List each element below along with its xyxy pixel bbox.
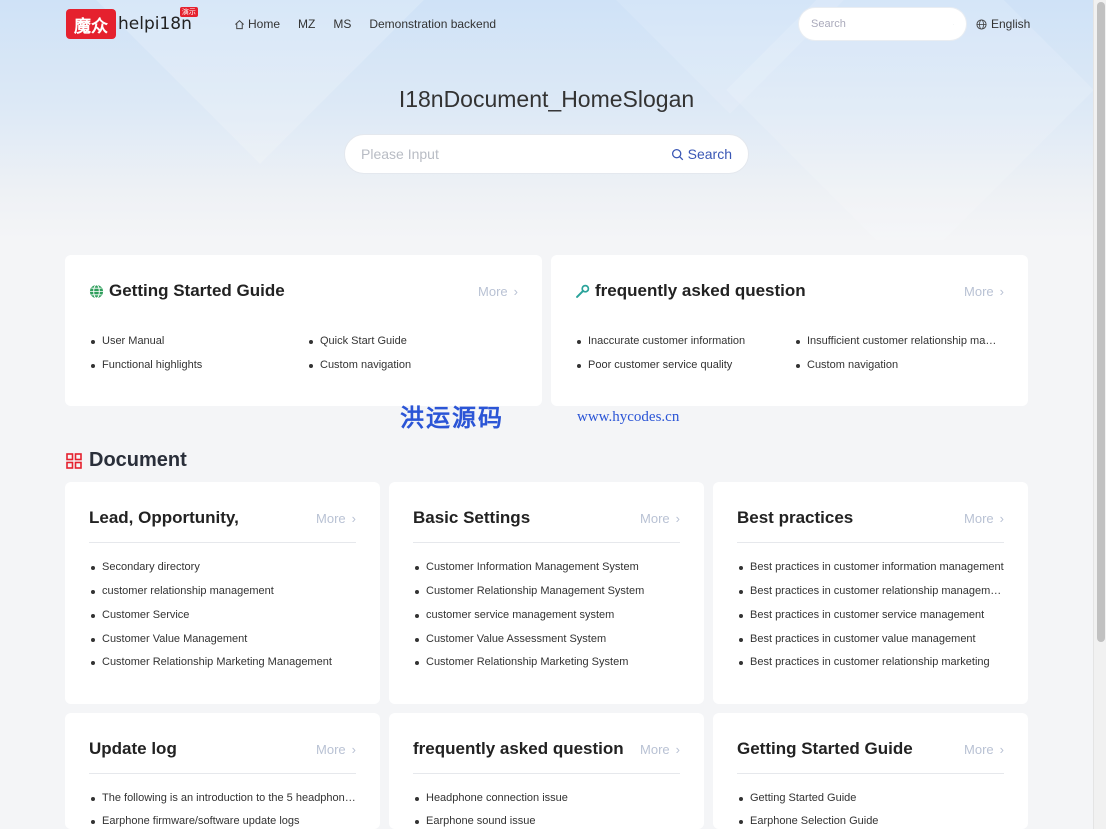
divider bbox=[89, 773, 356, 774]
page-slogan: I18nDocument_HomeSlogan bbox=[398, 86, 695, 112]
card-title: Best practices bbox=[737, 508, 854, 527]
logo[interactable]: 魔众 helpi18n 演示 bbox=[66, 7, 198, 39]
list-item[interactable]: Customer Value Management bbox=[91, 633, 356, 645]
wrench-icon bbox=[576, 284, 590, 298]
page-scrollbar[interactable] bbox=[1093, 0, 1106, 829]
card-title: frequently asked question bbox=[575, 281, 806, 301]
globe-icon bbox=[976, 18, 987, 30]
globe-icon bbox=[89, 283, 104, 299]
list-item[interactable]: Customer Information Management System bbox=[415, 561, 680, 573]
doc-card-best-practices: Best practices More › Best practices in c… bbox=[713, 482, 1028, 704]
doc-card-faq: frequently asked question More › Headphon… bbox=[389, 713, 704, 829]
more-link[interactable]: More › bbox=[964, 284, 1004, 299]
list-item[interactable]: Best practices in customer value managem… bbox=[739, 633, 1004, 645]
list-item[interactable]: Functional highlights bbox=[91, 359, 291, 371]
list-item[interactable]: Headphone connection issue bbox=[415, 792, 680, 804]
list-item[interactable]: Best practices in customer information m… bbox=[739, 561, 1004, 573]
doc-card-update-log: Update log More › The following is an int… bbox=[65, 713, 380, 829]
list-item[interactable]: Insufficient customer relationship manag… bbox=[796, 335, 1002, 347]
card-title: frequently asked question bbox=[413, 739, 624, 758]
list-item[interactable]: Earphone Selection Guide bbox=[739, 815, 1004, 827]
list-item[interactable]: Secondary directory bbox=[91, 561, 356, 573]
list-item[interactable]: Custom navigation bbox=[796, 359, 1002, 371]
list-item[interactable]: Best practices in customer relationship … bbox=[739, 585, 1004, 597]
list-item[interactable]: Inaccurate customer information bbox=[577, 335, 782, 347]
more-link[interactable]: More › bbox=[478, 284, 518, 299]
list-item[interactable]: customer relationship management bbox=[91, 585, 356, 597]
list-item[interactable]: Best practices in customer relationship … bbox=[739, 656, 1004, 668]
card-faq: frequently asked question More › Inaccura… bbox=[551, 255, 1028, 406]
card-title: Getting Started Guide bbox=[89, 281, 285, 301]
list-item[interactable]: Customer Relationship Management System bbox=[415, 585, 680, 597]
hero-search: Search bbox=[344, 134, 749, 174]
list-item[interactable]: User Manual bbox=[91, 335, 291, 347]
more-link[interactable]: More › bbox=[316, 742, 356, 757]
list-item[interactable]: Getting Started Guide bbox=[739, 792, 1004, 804]
home-icon bbox=[235, 19, 244, 29]
list-item[interactable]: Custom navigation bbox=[309, 359, 509, 371]
search-icon[interactable] bbox=[953, 17, 954, 32]
list-item[interactable]: Quick Start Guide bbox=[309, 335, 509, 347]
list-item[interactable]: Customer Relationship Marketing Manageme… bbox=[91, 656, 356, 668]
logo-badge: 演示 bbox=[179, 7, 198, 17]
hero-search-input[interactable] bbox=[361, 146, 671, 162]
nav-mz[interactable]: MZ bbox=[298, 17, 315, 31]
search-icon bbox=[671, 148, 683, 160]
nav-home[interactable]: Home bbox=[234, 17, 280, 31]
grid-icon bbox=[66, 452, 82, 469]
list-item[interactable]: Customer Value Assessment System bbox=[415, 633, 680, 645]
more-link[interactable]: More › bbox=[964, 742, 1004, 757]
nav-ms[interactable]: MS bbox=[333, 17, 351, 31]
hero-search-button-label: Search bbox=[687, 146, 732, 162]
card-getting-started: Getting Started Guide More › User Manual … bbox=[65, 255, 542, 406]
main-nav: Home MZ MS Demonstration backend bbox=[234, 17, 514, 31]
list-item[interactable]: Customer Relationship Marketing System bbox=[415, 656, 680, 668]
section-title-document: Document bbox=[66, 449, 187, 472]
card-title: Getting Started Guide bbox=[737, 739, 913, 758]
list-item[interactable]: Poor customer service quality bbox=[577, 359, 782, 371]
list-item[interactable]: Earphone sound issue bbox=[415, 815, 680, 827]
logo-text: helpi18n 演示 bbox=[118, 7, 198, 34]
doc-card-basic-settings: Basic Settings More › Customer Informatio… bbox=[389, 482, 704, 704]
nav-demo-backend[interactable]: Demonstration backend bbox=[369, 17, 496, 31]
card-title: Update log bbox=[89, 739, 177, 758]
divider bbox=[737, 773, 1004, 774]
divider bbox=[89, 542, 356, 543]
list-item[interactable]: The following is an introduction to the … bbox=[91, 792, 356, 804]
doc-card-lead-opportunity: Lead, Opportunity, More › Secondary direc… bbox=[65, 482, 380, 704]
card-title: Basic Settings bbox=[413, 508, 531, 527]
divider bbox=[737, 542, 1004, 543]
header-search-input[interactable] bbox=[811, 18, 953, 30]
more-link[interactable]: More › bbox=[640, 511, 680, 526]
language-label: English bbox=[991, 17, 1031, 31]
header-search bbox=[799, 8, 966, 40]
scrollbar-thumb[interactable] bbox=[1097, 2, 1105, 642]
divider bbox=[413, 542, 680, 543]
divider bbox=[413, 773, 680, 774]
language-switcher[interactable]: English bbox=[976, 17, 1030, 31]
more-link[interactable]: More › bbox=[964, 511, 1004, 526]
hero-search-button[interactable]: Search bbox=[671, 146, 732, 162]
doc-card-getting-started: Getting Started Guide More › Getting Star… bbox=[713, 713, 1028, 829]
list-item[interactable]: customer service management system bbox=[415, 609, 680, 621]
nav-home-label: Home bbox=[248, 17, 281, 31]
more-link[interactable]: More › bbox=[316, 511, 356, 526]
watermark-text: 洪运源码 bbox=[400, 403, 504, 432]
watermark-url: www.hycodes.cn bbox=[577, 409, 680, 425]
card-title: Lead, Opportunity, bbox=[89, 508, 239, 527]
list-item[interactable]: Earphone firmware/software update logs bbox=[91, 815, 356, 827]
list-item[interactable]: Customer Service bbox=[91, 609, 356, 621]
logo-mark: 魔众 bbox=[66, 9, 116, 39]
more-link[interactable]: More › bbox=[640, 742, 680, 757]
list-item[interactable]: Best practices in customer service manag… bbox=[739, 609, 1004, 621]
